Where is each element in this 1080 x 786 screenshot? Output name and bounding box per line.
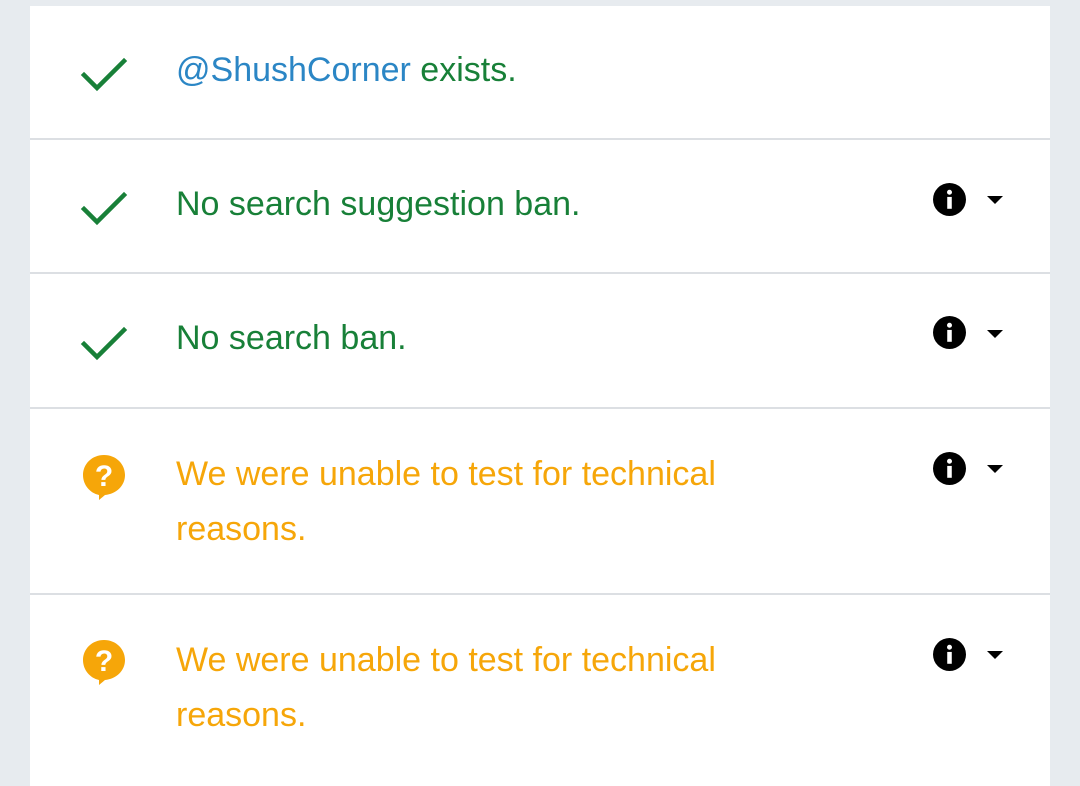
result-row-exists: @ShushCorner exists. (30, 6, 1050, 140)
chevron-down-icon[interactable] (986, 464, 1004, 474)
info-icon[interactable] (933, 452, 966, 485)
svg-text:?: ? (95, 460, 113, 493)
question-bubble-icon: ? (83, 455, 125, 500)
info-icon[interactable] (933, 316, 966, 349)
info-icon[interactable] (933, 183, 966, 216)
check-icon (80, 326, 128, 361)
result-row-unable-to-test[interactable]: ? We were unable to test for technical r… (30, 595, 1050, 786)
results-card: @ShushCorner exists. No search suggestio… (30, 6, 1050, 786)
result-row-search-ban[interactable]: No search ban. (30, 274, 1050, 409)
result-row-search-suggestion-ban[interactable]: No search suggestion ban. (30, 140, 1050, 274)
result-row-unable-to-test[interactable]: ? We were unable to test for technical r… (30, 409, 1050, 595)
result-text: We were unable to test for technical rea… (176, 455, 716, 548)
check-icon (80, 191, 128, 226)
info-icon[interactable] (933, 638, 966, 671)
result-text: @ShushCorner exists. (176, 43, 816, 98)
result-text: We were unable to test for technical rea… (176, 641, 716, 734)
chevron-down-icon[interactable] (986, 650, 1004, 660)
result-text: No search suggestion ban. (176, 185, 581, 223)
question-bubble-icon: ? (83, 640, 125, 685)
svg-text:?: ? (95, 645, 113, 678)
chevron-down-icon[interactable] (986, 195, 1004, 205)
result-text: No search ban. (176, 319, 407, 357)
chevron-down-icon[interactable] (986, 329, 1004, 339)
account-handle-link[interactable]: @ShushCorner (176, 51, 411, 89)
result-text-suffix: exists. (410, 51, 517, 89)
check-icon (80, 57, 128, 92)
